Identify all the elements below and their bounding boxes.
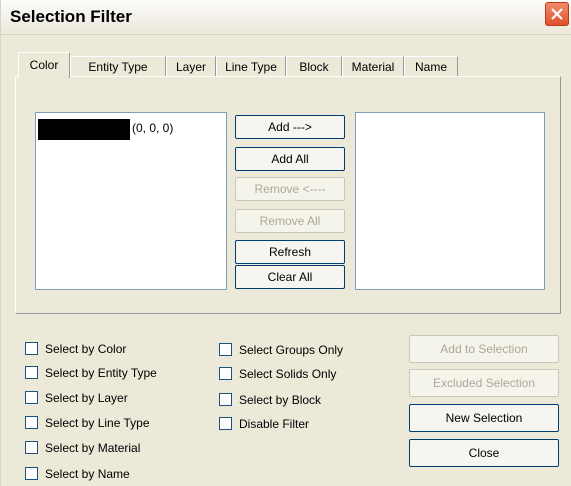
checkbox-label: Select by Block [239,393,322,407]
excluded-selection-button[interactable]: Excluded Selection [409,369,559,397]
tab-label: Entity Type [88,60,148,74]
checkbox-label: Select by Line Type [45,416,150,430]
tab-color[interactable]: Color [18,52,70,78]
add-to-selection-button[interactable]: Add to Selection [409,335,559,363]
checkbox-label: Select by Material [45,441,141,455]
checkbox-label: Disable Filter [239,417,310,431]
checkbox-box[interactable] [219,393,232,406]
selection-filter-dialog: Selection Filter Color Entity Type Layer… [0,0,571,486]
tab-label: Layer [175,60,207,74]
checkbox-box[interactable] [25,342,38,355]
checkbox-label: Select by Name [45,467,130,481]
checkbox-label: Select by Entity Type [45,366,157,380]
color-swatch [38,119,130,140]
checkbox-label: Select Groups Only [239,343,344,357]
close-icon [551,8,563,20]
checkbox-box[interactable] [219,367,232,380]
remove-all-button[interactable]: Remove All [235,209,345,233]
checkbox-box[interactable] [25,416,38,429]
available-colors-list[interactable]: (0, 0, 0) [35,112,227,290]
add-button[interactable]: Add ---> [235,115,345,139]
checkbox-box[interactable] [219,343,232,356]
close-button[interactable]: Close [409,439,559,467]
tab-block[interactable]: Block [286,56,342,77]
checkbox-box[interactable] [25,467,38,480]
checkbox-box[interactable] [219,417,232,430]
checkbox-label: Select by Color [45,342,127,356]
tab-label: Name [414,60,447,74]
tab-entity-type[interactable]: Entity Type [70,56,166,77]
checkbox-box[interactable] [25,366,38,379]
checkbox-label: Select by Layer [45,391,128,405]
tab-label: Material [351,60,395,74]
tab-label: Line Type [225,60,277,74]
checkbox-label: Select Solids Only [239,367,337,381]
title-bar: Selection Filter [1,0,571,35]
tab-name[interactable]: Name [404,56,458,77]
remove-button[interactable]: Remove <---- [235,177,345,201]
tab-label: Block [299,60,329,74]
new-selection-button[interactable]: New Selection [409,404,559,432]
refresh-button[interactable]: Refresh [235,240,345,264]
tab-material[interactable]: Material [342,56,404,77]
checkbox-box[interactable] [25,391,38,404]
selected-colors-list[interactable] [355,112,545,290]
checkbox-box[interactable] [25,441,38,454]
clear-all-button[interactable]: Clear All [235,265,345,289]
close-window-button[interactable] [545,2,569,26]
color-value-label: (0, 0, 0) [132,121,174,135]
tab-label: Color [29,58,59,72]
tab-layer[interactable]: Layer [166,56,216,77]
tab-line-type[interactable]: Line Type [216,56,286,77]
dialog-title: Selection Filter [10,7,132,26]
add-all-button[interactable]: Add All [235,147,345,171]
